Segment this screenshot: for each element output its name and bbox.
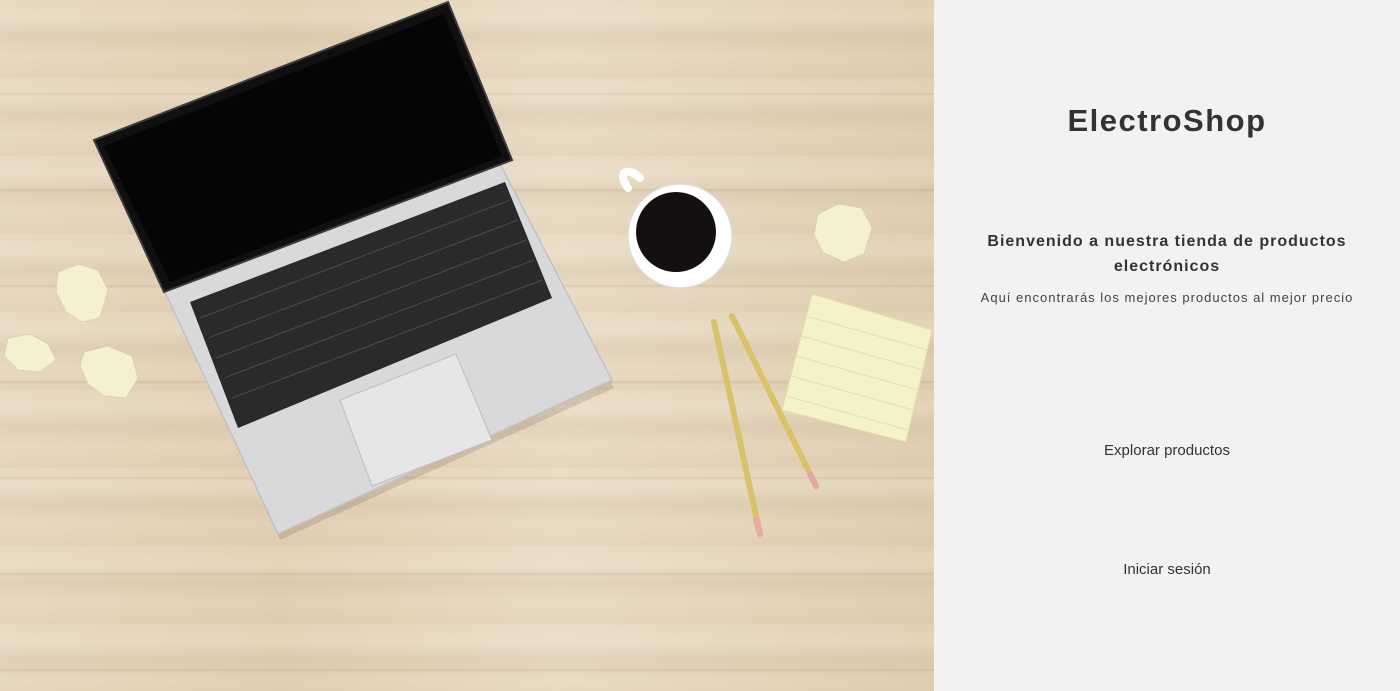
landing-page: ElectroShop Bienvenido a nuestra tienda … xyxy=(0,0,1400,691)
welcome-panel: ElectroShop Bienvenido a nuestra tienda … xyxy=(934,0,1400,691)
brand-title: ElectroShop xyxy=(1067,103,1267,138)
explore-products-button[interactable]: Explorar productos xyxy=(934,442,1400,459)
desk-photo-illustration xyxy=(3,0,933,540)
login-button[interactable]: Iniciar sesión xyxy=(934,561,1400,578)
welcome-subtitle: Aquí encontrarás los mejores productos a… xyxy=(980,290,1354,305)
coffee-cup-icon xyxy=(619,167,733,289)
laptop-icon xyxy=(92,0,614,540)
sticky-note-icon xyxy=(781,293,933,443)
welcome-heading: Bienvenido a nuestra tienda de productos… xyxy=(987,233,1347,275)
hero-image xyxy=(0,0,934,691)
